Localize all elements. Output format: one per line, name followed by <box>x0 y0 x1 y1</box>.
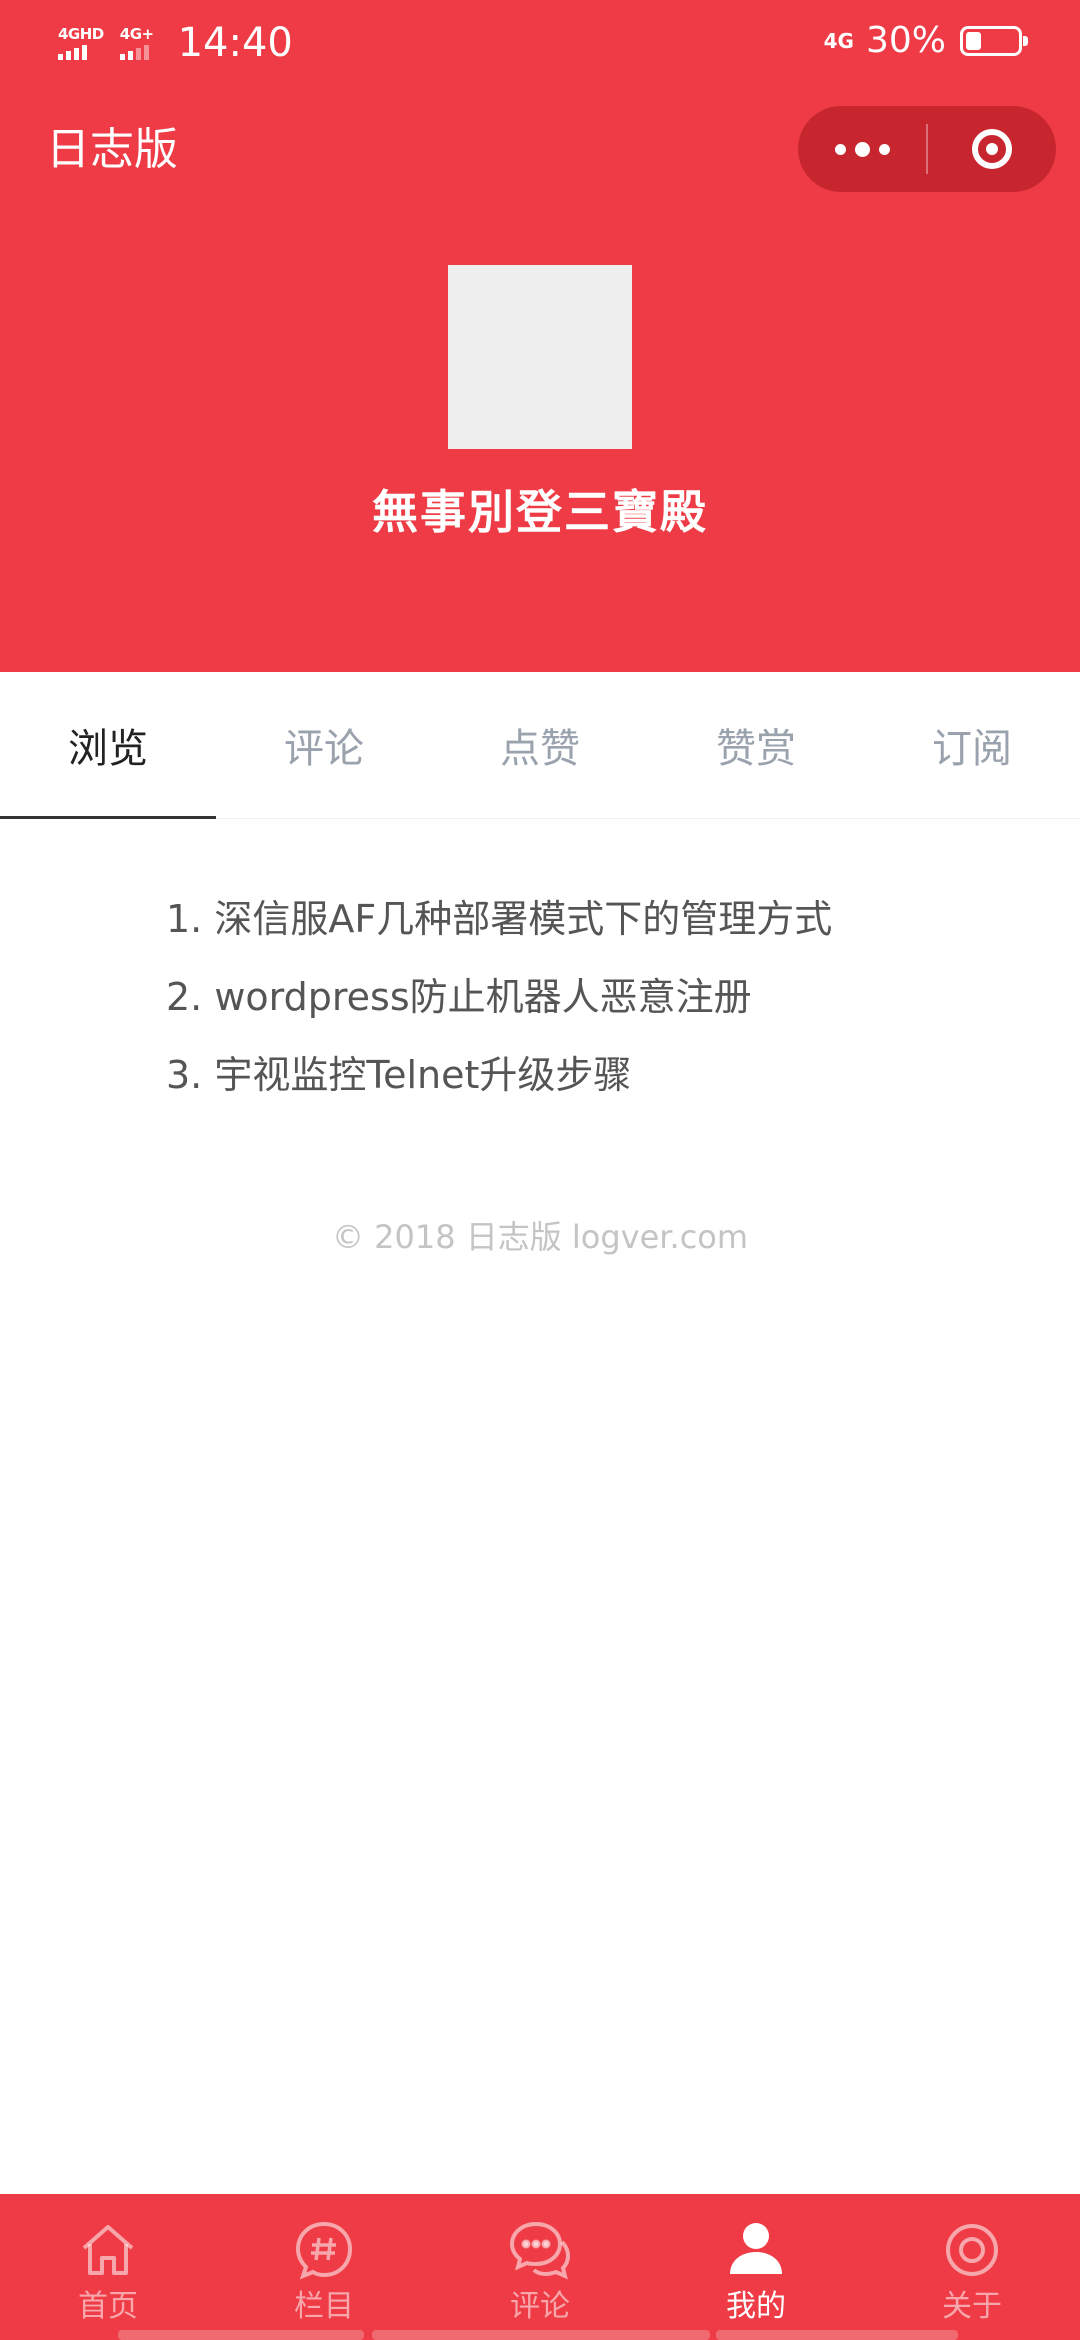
tab-browse[interactable]: 浏览 <box>0 672 216 819</box>
tabbar-home[interactable]: 首页 <box>0 2194 216 2340</box>
tab-label: 赞赏 <box>716 726 796 772</box>
bottom-edge-strips <box>0 2330 1080 2340</box>
user-icon <box>730 2223 782 2274</box>
avatar[interactable] <box>448 265 632 449</box>
copyright-footer: © 2018 日志版 logver.com <box>331 1218 749 1256</box>
network-type-right: 4G <box>823 28 854 53</box>
tab-subscriptions[interactable]: 订阅 <box>864 672 1080 818</box>
tab-likes[interactable]: 点赞 <box>432 672 648 818</box>
network-type-1: 4GHD <box>58 25 104 43</box>
battery-level <box>966 31 981 50</box>
list-item[interactable]: 1. 深信服AF几种部署模式下的管理方式 <box>166 880 1046 958</box>
status-right: 4G 30% <box>823 20 1028 61</box>
tabbar-columns[interactable]: 栏目 <box>216 2194 432 2340</box>
mini-program-capsule <box>798 106 1056 192</box>
network-type-2: 4G+ <box>119 25 154 43</box>
tabbar-comments[interactable]: 评论 <box>432 2194 648 2340</box>
list-item[interactable]: 3. 宇视监控Telnet升级步骤 <box>166 1036 1046 1114</box>
tab-label: 订阅 <box>932 726 1012 772</box>
close-button[interactable] <box>928 106 1056 192</box>
tabbar-label: 首页 <box>78 2289 138 2324</box>
profile-page: 4GHD 4G+ 14:40 4G 30% 日志版 無事別登三寶殿 浏览 评论 … <box>0 0 1080 2340</box>
battery-percent: 30% <box>865 20 946 61</box>
battery-icon <box>960 25 1028 56</box>
profile-header: 4GHD 4G+ 14:40 4G 30% 日志版 無事別登三寶殿 <box>0 0 1080 672</box>
tabbar-label: 栏目 <box>294 2289 354 2324</box>
tabbar-about[interactable]: 关于 <box>864 2194 1080 2340</box>
signal-indicator-1: 4GHD <box>58 26 104 60</box>
more-dots-icon[interactable] <box>798 106 926 192</box>
tabbar-label: 关于 <box>942 2289 1002 2324</box>
target-icon <box>946 2224 998 2276</box>
bottom-tab-bar: 首页 栏目 评论 我的 关于 <box>0 2194 1080 2340</box>
tab-label: 点赞 <box>500 726 580 772</box>
tab-label: 评论 <box>284 726 364 772</box>
clock: 14:40 <box>177 20 293 66</box>
tab-rewards[interactable]: 赞赏 <box>648 672 864 818</box>
article-list: 1. 深信服AF几种部署模式下的管理方式 2. wordpress防止机器人恶意… <box>166 880 1046 1114</box>
list-item[interactable]: 2. wordpress防止机器人恶意注册 <box>166 958 1046 1036</box>
chat-bubbles-icon <box>509 2221 571 2280</box>
hashtag-icon <box>295 2221 353 2280</box>
signal-bars-icon <box>58 44 87 60</box>
tabbar-mine[interactable]: 我的 <box>648 2194 864 2340</box>
home-icon <box>82 2225 134 2275</box>
tab-label: 浏览 <box>68 726 148 772</box>
signal-indicator-2: 4G+ <box>119 25 154 60</box>
activity-tabs: 浏览 评论 点赞 赞赏 订阅 <box>0 672 1080 819</box>
tabbar-label: 我的 <box>726 2289 786 2324</box>
target-close-icon <box>972 129 1012 169</box>
page-title: 日志版 <box>46 124 178 175</box>
status-bar: 4GHD 4G+ 14:40 4G 30% <box>0 0 1080 90</box>
signal-bars-icon <box>119 44 149 60</box>
tab-comments[interactable]: 评论 <box>216 672 432 818</box>
username: 無事別登三寶殿 <box>372 485 708 539</box>
status-left: 4GHD 4G+ 14:40 <box>58 18 293 68</box>
tabbar-label: 评论 <box>510 2289 570 2324</box>
